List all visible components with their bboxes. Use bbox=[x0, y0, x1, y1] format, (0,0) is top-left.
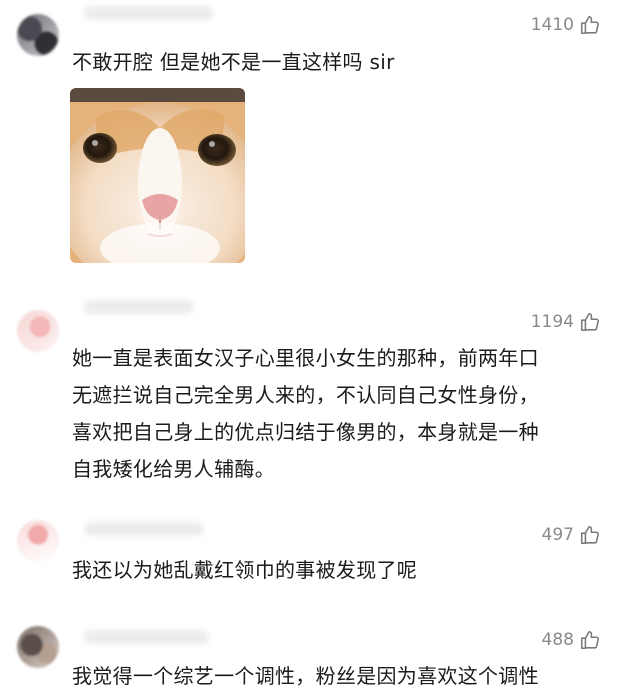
comment-text: 她一直是表面女汉子心里很小女生的那种，前两年口 无遮拦说自己完全男人来的，不认同… bbox=[72, 340, 602, 488]
comment-text: 我还以为她乱戴红领巾的事被发现了呢 bbox=[72, 558, 418, 582]
comment-line: 自我矮化给男人辅酶。 bbox=[72, 457, 275, 481]
comment-item: 1410 不敢开腔 但是她不是一直这样吗 sir bbox=[0, 0, 621, 290]
avatar[interactable] bbox=[17, 520, 59, 562]
comment-item: 1194 她一直是表面女汉子心里很小女生的那种，前两年口 无遮拦说自己完全男人来… bbox=[0, 290, 621, 500]
thumbs-up-icon bbox=[580, 15, 599, 35]
like-button[interactable]: 488 bbox=[542, 629, 601, 651]
username-blurred[interactable] bbox=[84, 6, 214, 20]
comment-line: 喜欢把自己身上的优点归结于像男的，本身就是一种 bbox=[72, 420, 539, 444]
comment-line: 无遮拦说自己完全男人来的，不认同自己女性身份， bbox=[72, 383, 539, 407]
comment-item: 497 我还以为她乱戴红领巾的事被发现了呢 bbox=[0, 500, 621, 610]
like-button[interactable]: 497 bbox=[542, 524, 601, 546]
avatar[interactable] bbox=[17, 626, 59, 668]
thumbs-up-icon bbox=[580, 525, 599, 545]
thumbs-up-icon bbox=[580, 312, 599, 332]
like-count: 1194 bbox=[530, 312, 574, 332]
like-count: 1410 bbox=[530, 15, 574, 35]
username-blurred[interactable] bbox=[84, 630, 209, 644]
comment-text: 不敢开腔 但是她不是一直这样吗 sir bbox=[72, 50, 395, 74]
like-count: 488 bbox=[541, 630, 574, 650]
like-button[interactable]: 1194 bbox=[531, 311, 601, 333]
avatar[interactable] bbox=[17, 310, 59, 352]
comment-feed: { "comments": [ {"likes": "1410", "text"… bbox=[0, 0, 621, 696]
username-blurred[interactable] bbox=[84, 522, 204, 536]
cat-photo[interactable] bbox=[70, 88, 245, 263]
comment-line: 她一直是表面女汉子心里很小女生的那种，前两年口 bbox=[72, 346, 539, 370]
thumbs-up-icon bbox=[580, 630, 599, 650]
username-blurred[interactable] bbox=[84, 300, 194, 314]
like-count: 497 bbox=[541, 525, 574, 545]
avatar[interactable] bbox=[17, 14, 59, 56]
comment-item: 488 我觉得一个综艺一个调性，粉丝是因为喜欢这个调性 bbox=[0, 610, 621, 696]
comment-text: 我觉得一个综艺一个调性，粉丝是因为喜欢这个调性 bbox=[72, 664, 539, 688]
like-button[interactable]: 1410 bbox=[531, 14, 601, 36]
